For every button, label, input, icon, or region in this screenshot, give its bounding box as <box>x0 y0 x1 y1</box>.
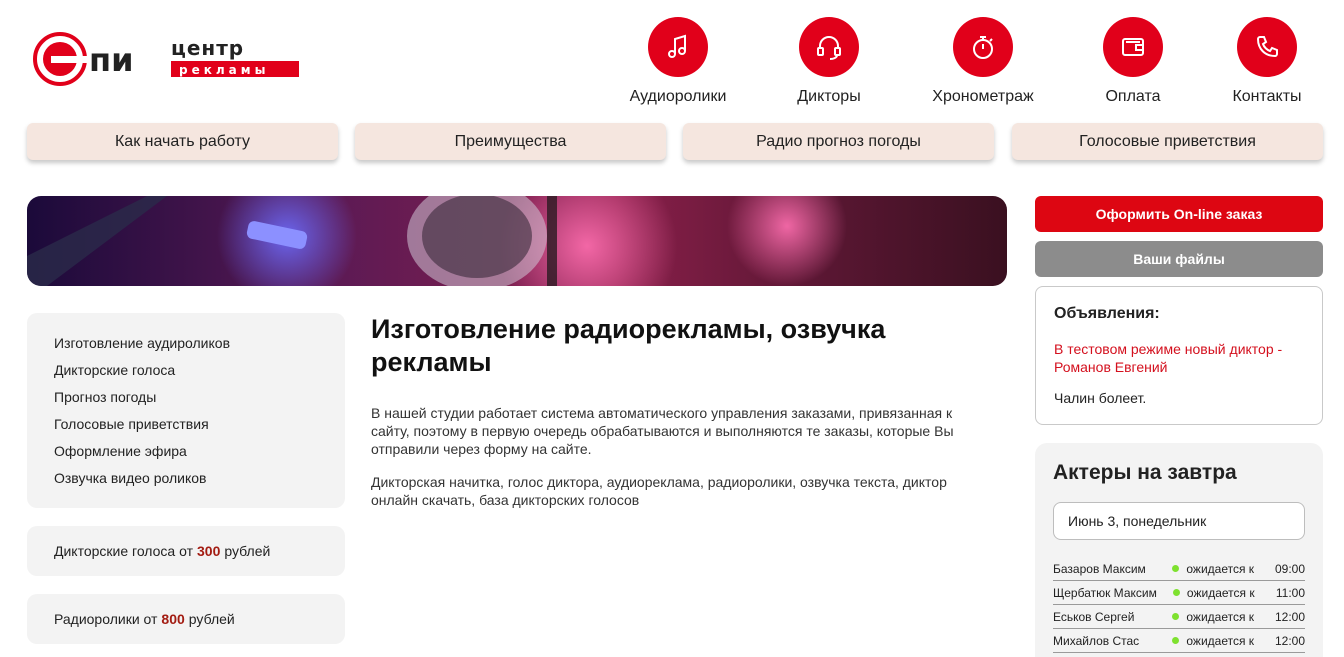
actor-row: Щербатюк Максим ожидается к 11:00 <box>1053 581 1305 605</box>
tab-how-to-start[interactable]: Как начать работу <box>27 123 338 160</box>
logo-text-reklamy: рекламы <box>179 63 269 77</box>
voices-price-box: Дикторские голоса от 300 рублей <box>27 526 345 576</box>
tab-weather-forecast[interactable]: Радио прогноз погоды <box>683 123 994 160</box>
actor-time: 12:00 <box>1274 609 1305 624</box>
nav-contacts[interactable]: Контакты <box>1207 17 1327 106</box>
wallet-icon <box>1103 17 1163 77</box>
nav-timing-label: Хронометраж <box>932 88 1034 105</box>
nav-audio-label: Аудиоролики <box>629 88 727 105</box>
logo-text-pi: пи <box>89 41 134 79</box>
sidebar-item-audio-production[interactable]: Изготовление аудироликов <box>54 334 318 361</box>
price-value: 800 <box>161 611 185 627</box>
actors-list: Базаров Максим ожидается к 09:00 Щербатю… <box>1053 557 1305 653</box>
main-content: Изготовление радиорекламы, озвучка рекла… <box>371 313 991 509</box>
actor-status: ожидается к <box>1186 585 1255 600</box>
studio-banner-image <box>27 196 1007 286</box>
sidebar-item-video-voiceover[interactable]: Озвучка видео роликов <box>54 469 318 496</box>
announcements-panel: Объявления: В тестовом режиме новый дикт… <box>1035 286 1323 425</box>
date-select[interactable]: Июнь 3, понедельник <box>1053 502 1305 540</box>
logo-text-center: центр <box>171 36 244 60</box>
stopwatch-icon <box>953 17 1013 77</box>
actor-time: 12:00 <box>1274 633 1305 648</box>
menu-tabs: Как начать работу Преимущества Радио про… <box>27 123 1324 160</box>
sidebar-item-broadcast-design[interactable]: Оформление эфира <box>54 442 318 469</box>
announcements-title: Объявления: <box>1054 305 1160 322</box>
phone-icon <box>1237 17 1297 77</box>
actors-title: Актеры на завтра <box>1053 461 1237 484</box>
online-status-icon <box>1172 565 1180 572</box>
top-navigation: Аудиоролики Дикторы Хронометраж Оплата К… <box>600 17 1320 107</box>
nav-timing[interactable]: Хронометраж <box>923 17 1043 106</box>
sidebar-item-greetings[interactable]: Голосовые приветствия <box>54 415 318 442</box>
music-note-icon <box>648 17 708 77</box>
actor-status: ожидается к <box>1186 609 1255 624</box>
actor-row: Михайлов Стас ожидается к 12:00 <box>1053 629 1305 653</box>
price-value: 300 <box>197 543 221 559</box>
page-title: Изготовление радиорекламы, озвучка рекла… <box>371 314 886 377</box>
your-files-button[interactable]: Ваши файлы <box>1035 241 1323 277</box>
nav-payment[interactable]: Оплата <box>1073 17 1193 106</box>
radio-ads-price-box: Радиоролики от 800 рублей <box>27 594 345 644</box>
nav-speakers[interactable]: Дикторы <box>769 17 889 106</box>
price-label: Дикторские голоса от <box>54 543 193 559</box>
site-logo[interactable]: пи центр рекламы <box>33 31 303 87</box>
sidebar-item-weather[interactable]: Прогноз погоды <box>54 388 318 415</box>
price-label: Радиоролики от <box>54 611 158 627</box>
actor-time: 11:00 <box>1275 585 1305 600</box>
nav-audio[interactable]: Аудиоролики <box>618 17 738 106</box>
online-status-icon <box>1172 637 1180 644</box>
nav-contacts-label: Контакты <box>1232 88 1302 105</box>
sidebar-item-voices[interactable]: Дикторские голоса <box>54 361 318 388</box>
sidebar-menu: Изготовление аудироликов Дикторские голо… <box>27 313 345 508</box>
intro-paragraph: В нашей студии работает система автомати… <box>371 405 954 457</box>
actor-row: Базаров Максим ожидается к 09:00 <box>1053 557 1305 581</box>
nav-payment-label: Оплата <box>1105 88 1161 105</box>
price-unit: рублей <box>224 543 271 559</box>
actor-row: Еськов Сергей ожидается к 12:00 <box>1053 605 1305 629</box>
price-unit: рублей <box>188 611 235 627</box>
announcement-text: Чалин болеет. <box>1054 390 1147 406</box>
headset-icon <box>799 17 859 77</box>
announcement-link[interactable]: В тестовом режиме новый диктор - Романов… <box>1054 340 1304 376</box>
online-status-icon <box>1172 613 1180 620</box>
actor-name: Михайлов Стас <box>1053 633 1140 648</box>
actor-name: Еськов Сергей <box>1053 609 1135 624</box>
actors-tomorrow-panel: Актеры на завтра Июнь 3, понедельник Баз… <box>1035 443 1323 657</box>
online-order-button[interactable]: Оформить On-line заказ <box>1035 196 1323 232</box>
actor-status: ожидается к <box>1186 633 1255 648</box>
actor-status: ожидается к <box>1186 561 1255 576</box>
actor-name: Щербатюк Максим <box>1053 585 1157 600</box>
tab-advantages[interactable]: Преимущества <box>355 123 666 160</box>
online-status-icon <box>1172 589 1180 596</box>
nav-speakers-label: Дикторы <box>797 88 861 105</box>
tab-voice-greetings[interactable]: Голосовые приветствия <box>1012 123 1323 160</box>
actor-name: Базаров Максим <box>1053 561 1146 576</box>
keywords-paragraph: Дикторская начитка, голос диктора, аудио… <box>371 474 947 508</box>
actor-time: 09:00 <box>1274 561 1305 576</box>
